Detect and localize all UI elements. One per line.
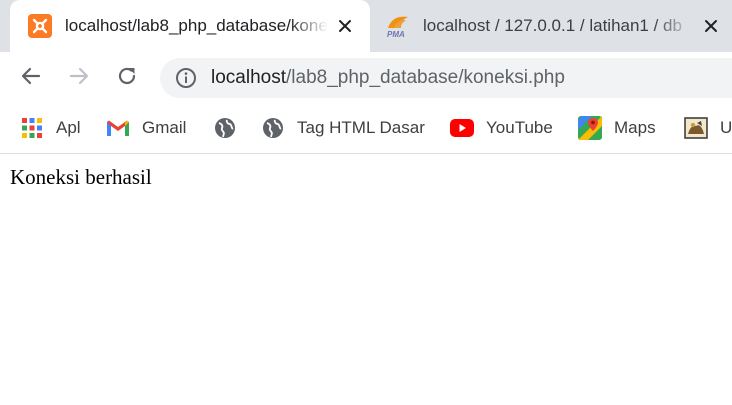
bookmark-maps[interactable]: Maps xyxy=(578,114,656,142)
globe-icon xyxy=(261,116,285,140)
forward-arrow-icon xyxy=(68,65,90,92)
globe-icon xyxy=(213,116,237,140)
bookmark-youtube[interactable]: YouTube xyxy=(450,114,553,142)
bookmark-apl[interactable]: Apl xyxy=(20,114,81,142)
url-host: localhost xyxy=(211,67,286,88)
back-button[interactable] xyxy=(15,62,47,94)
phpmyadmin-icon: PMA xyxy=(386,14,410,39)
bookmark-label: Tag HTML Dasar xyxy=(297,118,425,137)
bookmark-u[interactable]: U xyxy=(684,114,732,142)
page-message: Koneksi berhasil xyxy=(10,165,152,189)
bookmark-untitled[interactable] xyxy=(213,114,237,142)
tab-title: localhost/lab8_php_database/koneksi.php xyxy=(65,16,328,35)
bookmark-gmail[interactable]: Gmail xyxy=(106,114,186,142)
xampp-icon xyxy=(28,14,52,38)
bookmarks-bar: Apl Gmail Tag HTML Dasar YouTube Maps U xyxy=(0,104,732,154)
bookmark-label: YouTube xyxy=(486,118,553,137)
bookmark-label: Apl xyxy=(56,118,81,137)
url-path: /lab8_php_database/koneksi.php xyxy=(286,67,565,88)
gmail-icon xyxy=(106,116,130,140)
url-text[interactable]: localhost/lab8_php_database/koneksi.php xyxy=(211,67,565,89)
back-arrow-icon xyxy=(20,65,42,92)
svg-text:PMA: PMA xyxy=(387,30,405,38)
apps-grid-icon xyxy=(20,116,44,140)
close-icon[interactable] xyxy=(334,15,356,37)
bookmark-label: Maps xyxy=(614,118,656,137)
tab-phpmyadmin[interactable]: PMA localhost / 127.0.0.1 / latihan1 / d… xyxy=(370,0,732,52)
image-bookmark-icon xyxy=(684,116,708,140)
address-bar[interactable]: localhost/lab8_php_database/koneksi.php xyxy=(160,58,732,98)
reload-icon xyxy=(116,65,138,92)
toolbar: localhost/lab8_php_database/koneksi.php xyxy=(0,52,732,104)
tab-strip: localhost/lab8_php_database/koneksi.php … xyxy=(0,0,732,52)
close-icon[interactable] xyxy=(700,15,722,37)
forward-button[interactable] xyxy=(63,62,95,94)
reload-button[interactable] xyxy=(111,62,143,94)
tab-koneksi[interactable]: localhost/lab8_php_database/koneksi.php xyxy=(10,0,370,52)
bookmark-tag-html-dasar[interactable]: Tag HTML Dasar xyxy=(261,114,425,142)
tab-title: localhost / 127.0.0.1 / latihan1 / db xyxy=(423,16,682,35)
bookmark-label: U xyxy=(720,118,732,137)
info-icon[interactable] xyxy=(174,66,198,90)
maps-icon xyxy=(578,116,602,140)
youtube-icon xyxy=(450,116,474,140)
bookmark-label: Gmail xyxy=(142,118,187,137)
